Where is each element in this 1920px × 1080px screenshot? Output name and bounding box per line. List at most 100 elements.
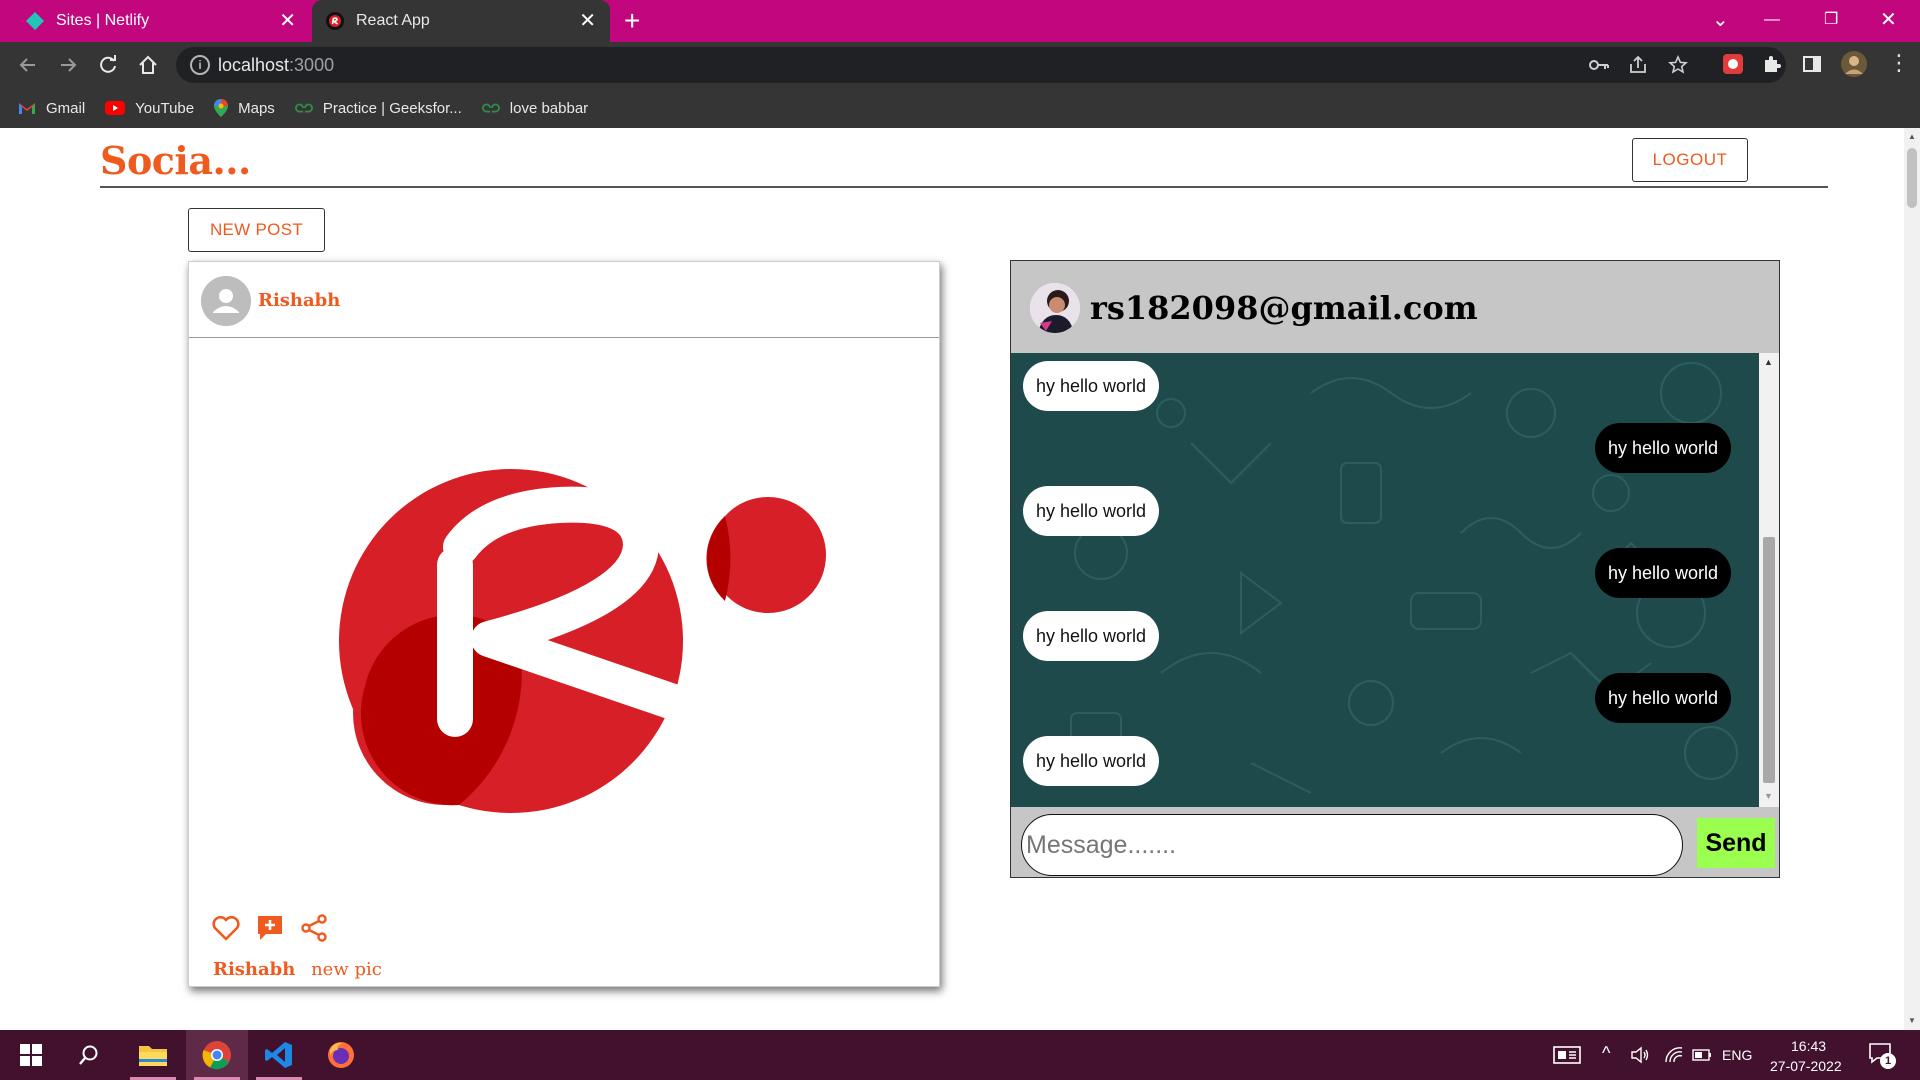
restore-button[interactable]: ❐ [1824,6,1838,34]
share-icon[interactable] [299,913,329,943]
user-photo-icon [1030,283,1080,333]
react-r-logo-icon [339,469,826,813]
avatar[interactable] [1030,283,1080,333]
minimize-button[interactable]: — [1764,6,1780,34]
heart-icon[interactable] [211,913,241,943]
chat-panel: rs182098@gmail.com hy hello world hy hel… [1010,260,1780,878]
incoming-message: hy hello world [1023,361,1160,411]
back-icon[interactable] [14,51,42,79]
menu-kebab-icon[interactable]: ⋮ [1888,50,1910,76]
outgoing-message: hy hello world [1594,423,1731,473]
bookmark-star-icon[interactable] [1668,55,1688,75]
maps-icon [214,99,229,117]
outgoing-message: hy hello world [1594,673,1731,723]
browser-tab-bar: Sites | Netlify ✕ React App ✕ + ⌄ — ❐ ✕ [0,0,1920,42]
send-button[interactable]: Send [1697,818,1775,868]
close-tab-icon[interactable]: ✕ [579,10,596,32]
gmail-icon [19,103,35,114]
chevron-up-icon[interactable]: ^ [1602,1043,1610,1064]
app-title: Socia... [100,138,251,183]
default-user-icon [201,276,251,326]
forward-icon[interactable] [54,51,82,79]
news-widget-icon[interactable] [1553,1046,1581,1064]
url-text: localhost:3000 [218,55,335,75]
message-input[interactable] [1021,814,1683,876]
share-page-icon[interactable] [1628,55,1648,75]
firefox-icon[interactable] [310,1030,372,1080]
caption-username[interactable]: Rishabh [213,959,295,980]
notification-badge: 1 [1880,1053,1896,1069]
scroll-down-icon[interactable]: ▼ [1908,1016,1916,1025]
chat-contact-email: rs182098@gmail.com [1090,289,1478,327]
scroll-down-icon[interactable]: ▼ [1764,791,1773,801]
post-header: Rishabh [189,262,939,338]
clock-date[interactable]: 27-07-2022 [1770,1058,1842,1074]
tab-title: React App [356,12,430,29]
chat-messages[interactable]: hy hello world hy hello world hy hello w… [1011,353,1759,807]
add-comment-icon[interactable] [255,913,285,943]
geeksforgeeks-icon [294,103,313,113]
page-viewport: Socia... LOGOUT NEW POST Rishabh Rishabh… [0,128,1904,1030]
new-post-button[interactable]: NEW POST [188,208,325,252]
speaker-icon[interactable] [1630,1046,1650,1064]
bookmark-geeksforgeeks-practice[interactable]: Practice | Geeksfor... [294,100,462,117]
battery-icon[interactable] [1692,1048,1712,1062]
vscode-icon[interactable] [248,1030,310,1080]
bookmark-love-babbar[interactable]: love babbar [481,100,588,117]
logout-button[interactable]: LOGOUT [1632,138,1748,182]
tab-netlify[interactable]: Sites | Netlify ✕ [10,0,310,42]
scroll-thumb[interactable] [1907,148,1917,208]
close-window-button[interactable]: ✕ [1880,6,1897,34]
react-app-favicon-icon [326,12,344,30]
post-caption: Rishabh new pic [213,959,382,980]
address-bar[interactable]: i localhost:3000 [176,47,1786,83]
clock-time[interactable]: 16:43 [1791,1038,1826,1054]
input-language[interactable]: ENG [1722,1047,1752,1063]
bookmark-gmail[interactable]: Gmail [18,100,85,117]
geeksforgeeks-icon [481,103,500,113]
scroll-up-icon[interactable]: ▲ [1764,357,1773,367]
side-panel-icon[interactable] [1802,54,1822,74]
netlify-icon [26,12,44,30]
post-card: Rishabh Rishabh new pic [188,261,940,987]
youtube-icon [105,101,126,115]
key-icon[interactable] [1588,56,1610,74]
search-icon[interactable] [58,1030,120,1080]
incoming-message: hy hello world [1023,611,1160,661]
incoming-message: hy hello world [1023,736,1160,786]
browser-toolbar: i localhost:3000 ⋮ [0,42,1920,88]
site-info-icon[interactable]: i [190,55,210,75]
scroll-up-icon[interactable]: ▲ [1908,132,1916,141]
reload-icon[interactable] [94,51,122,79]
avatar[interactable] [201,276,251,326]
outgoing-message: hy hello world [1594,548,1731,598]
scroll-thumb[interactable] [1763,537,1775,783]
incoming-message: hy hello world [1023,486,1160,536]
home-icon[interactable] [134,51,162,79]
chat-header: rs182098@gmail.com [1011,261,1779,353]
wifi-icon[interactable] [1664,1046,1684,1064]
chat-composer: Send [1011,807,1779,877]
chrome-icon[interactable] [186,1030,248,1080]
close-tab-icon[interactable]: ✕ [279,10,296,32]
bookmark-maps[interactable]: Maps [214,99,275,117]
tab-react-app[interactable]: React App ✕ [312,0,610,42]
tab-search-icon[interactable]: ⌄ [1712,6,1729,34]
page-scrollbar[interactable]: ▲ ▼ [1904,128,1920,1030]
post-username[interactable]: Rishabh [258,290,340,311]
new-tab-button[interactable]: + [624,6,640,36]
app-header: Socia... LOGOUT [100,134,1828,188]
bookmark-youtube[interactable]: YouTube [105,100,194,117]
profile-avatar-icon[interactable] [1840,50,1868,78]
tab-title: Sites | Netlify [56,12,150,29]
windows-start-icon[interactable] [0,1030,62,1080]
caption-text: new pic [311,959,382,980]
post-actions [211,913,329,943]
notification-center-icon[interactable]: 1 [1868,1042,1898,1069]
file-explorer-icon[interactable] [122,1030,184,1080]
bookmarks-bar: Gmail YouTube Maps Practice | Geeksfor..… [0,88,1920,128]
extension-red-icon[interactable] [1722,53,1744,75]
chat-scrollbar[interactable]: ▲ ▼ [1759,353,1779,807]
extensions-puzzle-icon[interactable] [1762,54,1782,74]
windows-taskbar: ^ ENG 16:43 27-07-2022 1 [0,1030,1920,1080]
